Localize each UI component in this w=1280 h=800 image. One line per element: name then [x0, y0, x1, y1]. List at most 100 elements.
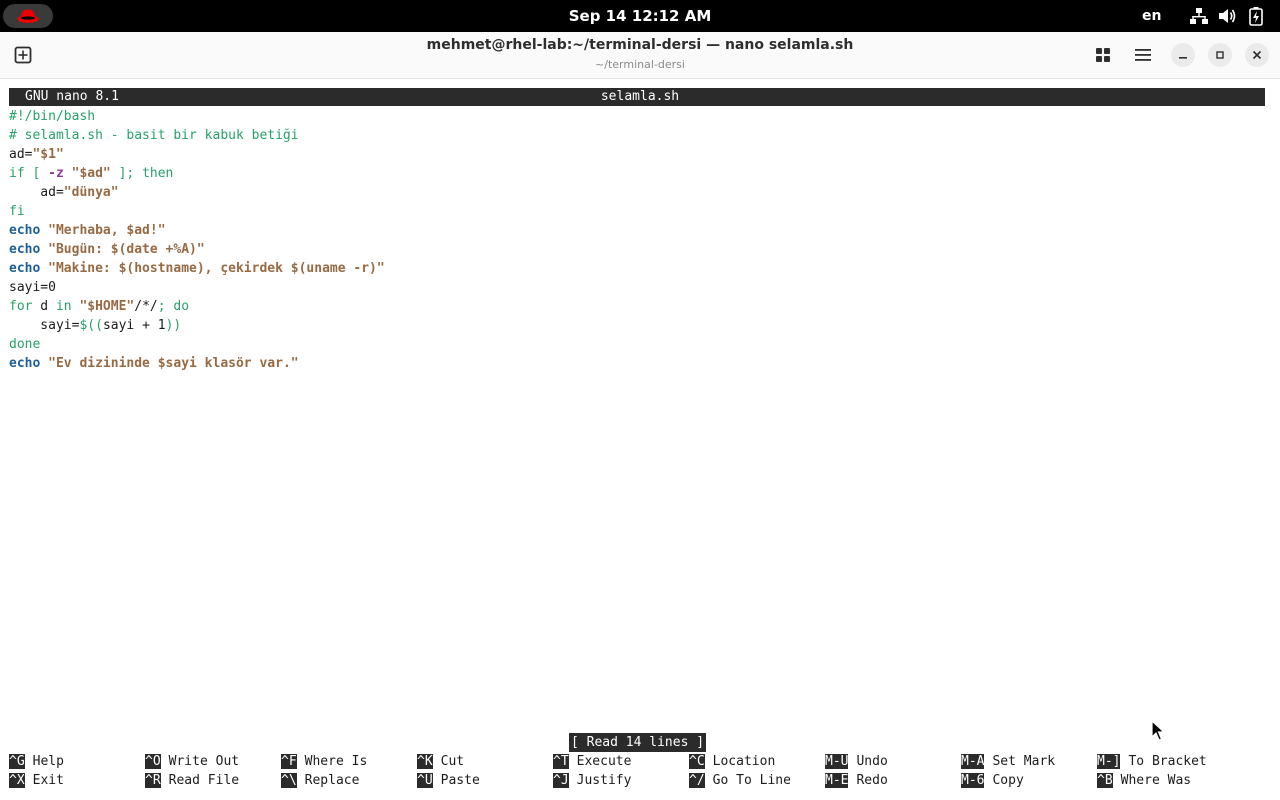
code-line: sayi=$((sayi + 1))	[9, 316, 385, 335]
system-top-bar: Sep 14 12:12 AM en	[0, 0, 1280, 32]
code-token: "$1"	[32, 147, 64, 162]
shortcut-item: ^K Cut	[417, 752, 464, 771]
code-line: done	[9, 335, 385, 354]
minimize-button[interactable]	[1171, 43, 1195, 67]
close-icon	[1252, 50, 1262, 60]
shortcut-key: M-U	[825, 754, 849, 769]
close-button[interactable]	[1245, 43, 1269, 67]
shortcut-item: ^U Paste	[417, 771, 480, 790]
terminal-area[interactable]: GNU nano 8.1 selamla.sh #!/bin/bash # sel…	[0, 79, 1280, 800]
code-line: for d in "$HOME"/*/; do	[9, 297, 385, 316]
shortcut-item: ^T Execute	[553, 752, 631, 771]
shortcut-key: ^X	[9, 773, 25, 788]
shortcut-key: ^T	[553, 754, 569, 769]
shortcut-key: ^R	[145, 773, 161, 788]
shortcut-item: ^F Where Is	[281, 752, 367, 771]
shortcut-item: ^G Help	[9, 752, 64, 771]
shortcut-label: Justify	[576, 773, 632, 788]
shortcut-key: ^\	[281, 773, 297, 788]
code-token: "Ev dizininde $sayi klasör var."	[48, 356, 299, 371]
code-token: "Bugün: $(date +%A)"	[48, 242, 205, 257]
shortcut-label: Cut	[440, 754, 465, 769]
shortcut-item: ^C Location	[689, 752, 775, 771]
shortcut-key: M-E	[825, 773, 849, 788]
code-line: sayi=0	[9, 278, 385, 297]
nano-status-message: [ Read 14 lines ]	[569, 733, 707, 752]
shortcut-label: Where Is	[304, 754, 368, 769]
shortcut-key: ^G	[9, 754, 25, 769]
shortcut-label: Redo	[856, 773, 888, 788]
network-icon[interactable]	[1190, 7, 1208, 25]
window-subtitle: ~/terminal-dersi	[595, 58, 685, 71]
code-token: sayi + 1	[102, 318, 166, 333]
nano-filename: selamla.sh	[600, 89, 680, 104]
shortcut-item: ^B Where Was	[1097, 771, 1191, 790]
shortcut-key: ^U	[417, 773, 433, 788]
code-token: sayi=0	[9, 280, 56, 295]
code-line: # selamla.sh - basit bir kabuk betiği	[9, 126, 385, 145]
code-token: /*/	[134, 299, 158, 314]
code-token: "$ad"	[71, 166, 111, 181]
shortcut-item: ^J Justify	[553, 771, 631, 790]
code-token: ad=	[9, 185, 64, 200]
shortcut-key: M-]	[1097, 754, 1121, 769]
code-line: echo "Makine: $(hostname), çekirdek $(un…	[9, 259, 385, 278]
shortcut-label: Set Mark	[992, 754, 1056, 769]
shortcut-key: ^J	[553, 773, 569, 788]
clock[interactable]: Sep 14 12:12 AM	[0, 0, 1280, 32]
battery-icon[interactable]	[1249, 7, 1263, 26]
code-token: -z	[48, 166, 64, 181]
shortcut-label: Write Out	[168, 754, 240, 769]
shortcut-label: Undo	[856, 754, 888, 769]
volume-icon[interactable]	[1218, 7, 1237, 25]
code-token: done	[9, 337, 41, 352]
shortcut-item: M-E Redo	[825, 771, 888, 790]
shortcut-item: ^/ Go To Line	[689, 771, 791, 790]
hamburger-menu-icon	[1135, 49, 1151, 61]
minimize-icon	[1179, 57, 1187, 59]
code-token: fi	[9, 204, 25, 219]
tab-overview-button[interactable]	[1090, 43, 1116, 67]
code-token: #!/bin/bash	[9, 109, 96, 124]
keyboard-language[interactable]: en	[1142, 0, 1161, 32]
code-token: echo	[9, 242, 41, 257]
code-token: # selamla.sh - basit bir kabuk betiği	[9, 128, 299, 143]
editor-buffer[interactable]: #!/bin/bash # selamla.sh - basit bir kabu…	[9, 107, 385, 373]
shortcut-label: Replace	[304, 773, 360, 788]
code-line: echo "Merhaba, $ad!"	[9, 221, 385, 240]
code-line: ad="$1"	[9, 145, 385, 164]
code-line: fi	[9, 202, 385, 221]
grid-icon	[1096, 48, 1110, 62]
shortcut-label: Go To Line	[712, 773, 791, 788]
shortcut-key: M-A	[961, 754, 985, 769]
code-token: "dünya"	[63, 185, 119, 200]
shortcut-item: ^O Write Out	[145, 752, 239, 771]
shortcut-label: Execute	[576, 754, 632, 769]
maximize-button[interactable]	[1208, 43, 1232, 67]
shortcut-key: ^K	[417, 754, 433, 769]
shortcut-label: To Bracket	[1128, 754, 1207, 769]
code-token: echo	[9, 356, 41, 371]
code-token: $((	[79, 318, 103, 333]
code-token: ad=	[9, 147, 33, 162]
mouse-pointer-icon	[1151, 720, 1166, 741]
shortcut-item: ^\ Replace	[281, 771, 359, 790]
shortcut-item: M-6 Copy	[961, 771, 1024, 790]
code-token: "Makine: $(hostname), çekirdek $(uname -…	[48, 261, 385, 276]
shortcut-label: Read File	[168, 773, 240, 788]
shortcut-label: Location	[712, 754, 776, 769]
shortcut-item: ^R Read File	[145, 771, 239, 790]
code-line: echo "Ev dizininde $sayi klasör var."	[9, 354, 385, 373]
code-line: #!/bin/bash	[9, 107, 385, 126]
main-menu-button[interactable]	[1130, 43, 1156, 67]
code-line: ad="dünya"	[9, 183, 385, 202]
code-line: echo "Bugün: $(date +%A)"	[9, 240, 385, 259]
code-token: echo	[9, 223, 41, 238]
window-title: mehmet@rhel-lab:~/terminal-dersi — nano …	[426, 37, 854, 53]
shortcut-label: Help	[32, 754, 64, 769]
shortcut-key: ^B	[1097, 773, 1113, 788]
shortcut-label: Where Was	[1120, 773, 1192, 788]
